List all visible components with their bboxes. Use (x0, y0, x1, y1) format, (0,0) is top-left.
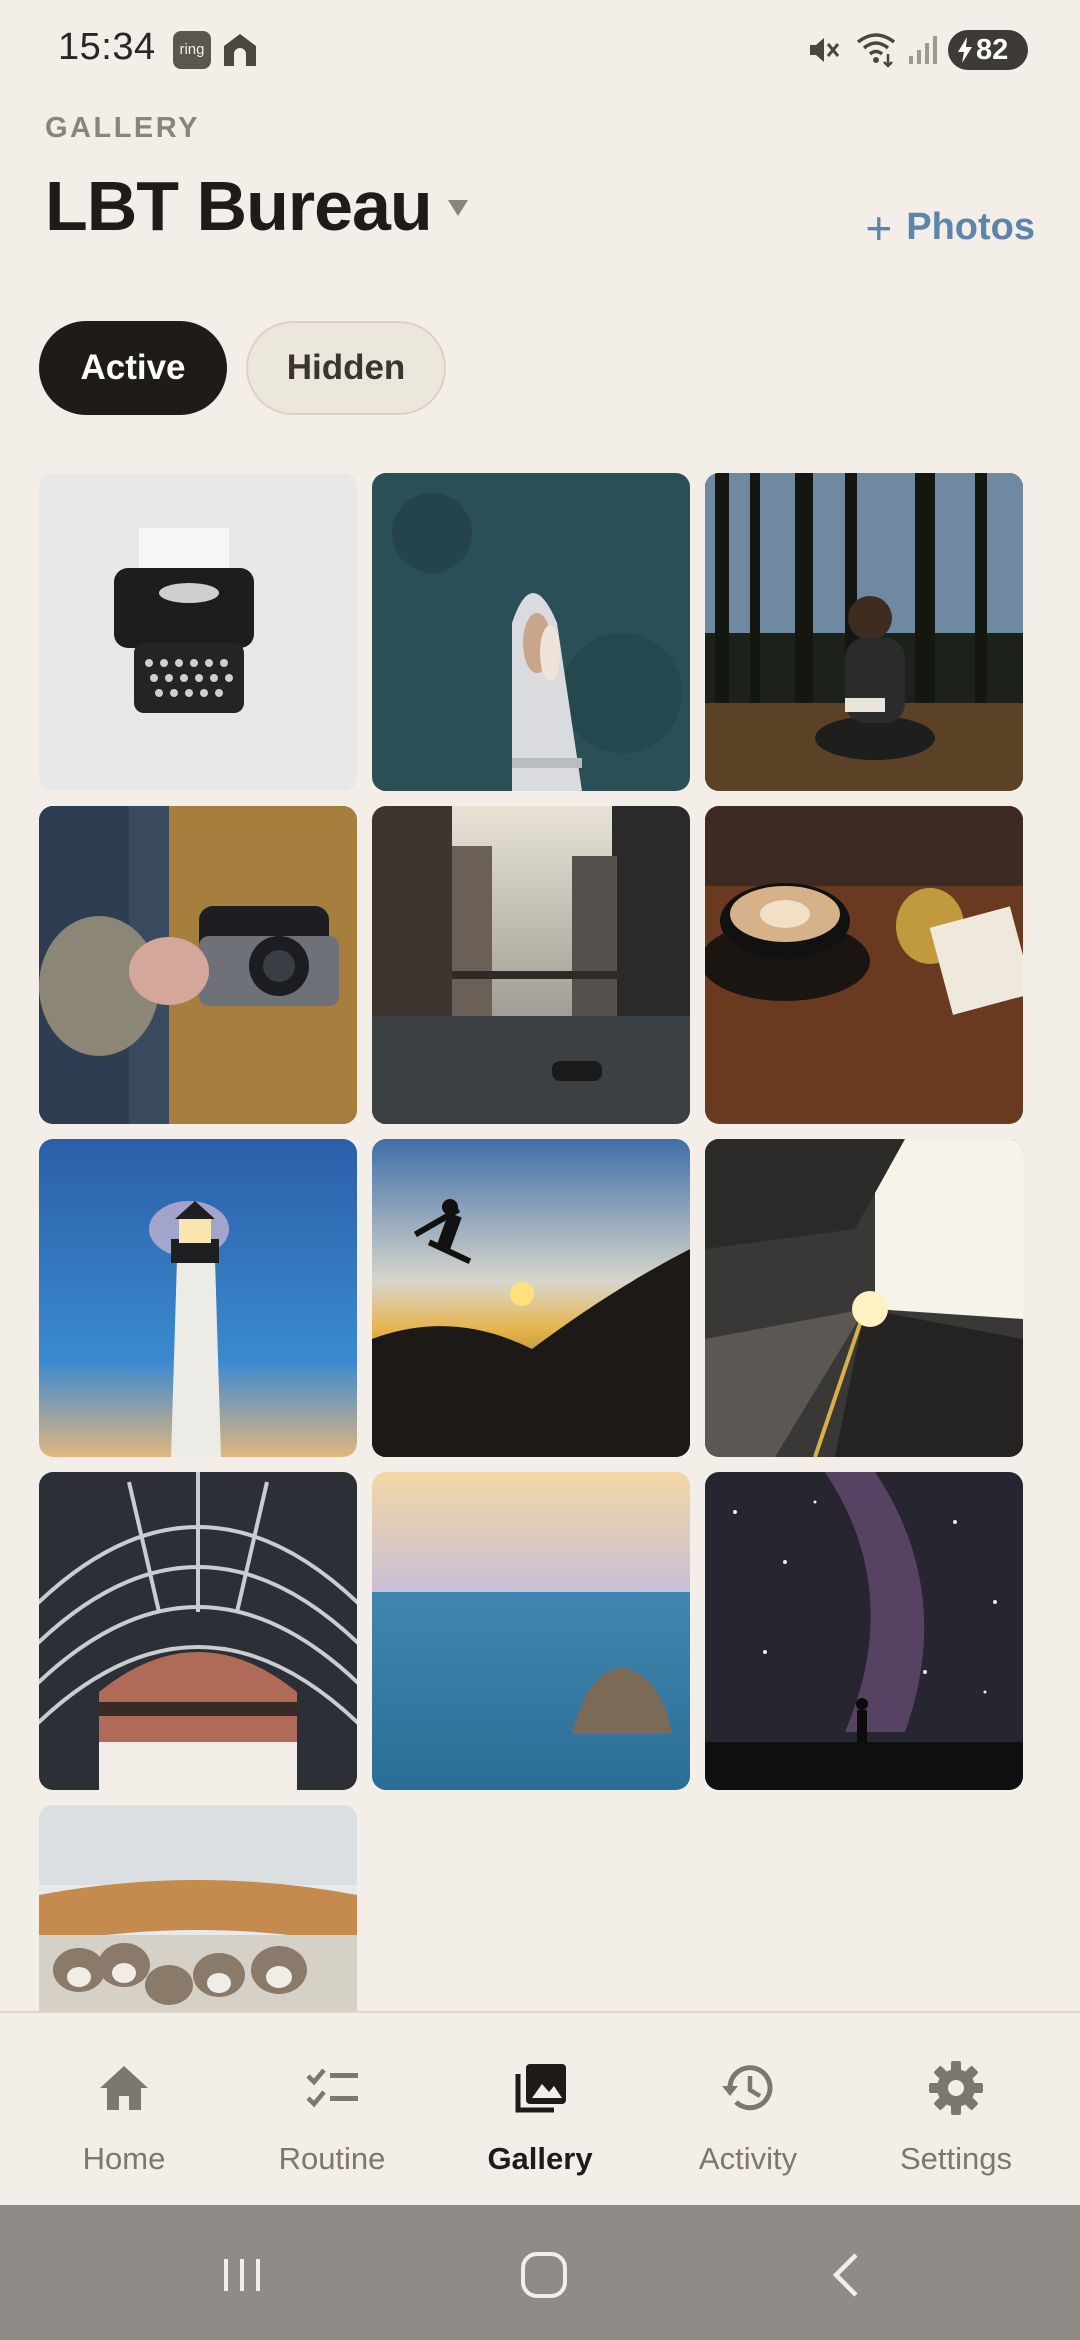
nav-gallery-label: Gallery (487, 2141, 593, 2176)
status-bar: 15:34 ring 82 (0, 0, 1080, 100)
checklist-icon (306, 2068, 358, 2108)
filter-active-tab[interactable]: Active (39, 321, 227, 415)
photo-tile-hands-with-camera[interactable] (39, 806, 357, 1124)
photo-tile-station-roof[interactable] (39, 1472, 357, 1790)
wifi-icon (856, 33, 896, 68)
photo-tile-woman-in-forest[interactable] (705, 473, 1023, 791)
sea-image (372, 1472, 690, 1790)
charging-icon (958, 37, 972, 63)
history-icon (722, 2065, 773, 2111)
battery-level: 82 (976, 34, 1009, 66)
nav-settings[interactable]: Settings (848, 2013, 1064, 2207)
kittens-image (39, 1805, 357, 2011)
photo-tile-jumping-silhouette[interactable] (372, 1139, 690, 1457)
photo-tile-latte-and-bell[interactable] (705, 806, 1023, 1124)
add-photos-label: Photos (906, 206, 1035, 248)
page-title: LBT Bureau (45, 167, 433, 245)
section-caption: GALLERY (45, 112, 200, 144)
mute-icon (810, 38, 840, 62)
photo-tile-milky-way[interactable] (705, 1472, 1023, 1790)
photo-tile-sea-rock[interactable] (372, 1472, 690, 1790)
night-sky-image (705, 1472, 1023, 1790)
system-navigation-bar (0, 2205, 1080, 2340)
home-button-icon[interactable] (514, 2245, 574, 2305)
lighthouse-image (39, 1139, 357, 1457)
battery-indicator: 82 (948, 30, 1028, 70)
boat-image (372, 473, 690, 791)
camera-image (39, 806, 357, 1124)
nav-settings-label: Settings (899, 2141, 1012, 2176)
platform-image (705, 1139, 1023, 1457)
nav-gallery[interactable]: Gallery (432, 2013, 648, 2207)
nav-home-label: Home (82, 2141, 166, 2176)
canal-image (372, 806, 690, 1124)
sunset-jump-image (372, 1139, 690, 1457)
station-roof-image (39, 1472, 357, 1790)
nav-home[interactable]: Home (16, 2013, 232, 2207)
photo-tile-kittens-in-basket[interactable] (39, 1805, 357, 2011)
back-icon[interactable] (818, 2245, 878, 2305)
recent-apps-icon[interactable] (212, 2245, 272, 2305)
home-icon (100, 2066, 148, 2110)
add-photos-button[interactable]: + Photos (865, 201, 1035, 254)
photo-tile-couple-on-boat[interactable] (372, 473, 690, 791)
typewriter-image (39, 473, 357, 791)
ring-app-icon: ring (173, 31, 211, 69)
nav-activity[interactable]: Activity (640, 2013, 856, 2207)
gear-icon (929, 2061, 983, 2115)
caret-down-icon (447, 200, 468, 216)
plus-icon: + (865, 201, 893, 254)
photo-tile-city-canal[interactable] (372, 806, 690, 1124)
latte-image (705, 806, 1023, 1124)
bottom-navigation: Home Routine Gallery Activity Settings (0, 2011, 1080, 2205)
nav-activity-label: Activity (698, 2141, 798, 2176)
photo-grid (39, 473, 1041, 2011)
photo-tile-lighthouse[interactable] (39, 1139, 357, 1457)
filter-hidden-tab[interactable]: Hidden (246, 321, 446, 415)
signal-icon (909, 36, 937, 64)
home-notification-icon (224, 34, 256, 66)
nav-routine[interactable]: Routine (224, 2013, 440, 2207)
gallery-icon (515, 2064, 566, 2113)
nav-routine-label: Routine (278, 2141, 386, 2176)
photo-tile-train-platform[interactable] (705, 1139, 1023, 1457)
status-time: 15:34 (58, 26, 156, 68)
photo-tile-typewriter[interactable] (39, 473, 357, 791)
forest-image (705, 473, 1023, 791)
gallery-selector[interactable]: LBT Bureau (45, 166, 468, 246)
